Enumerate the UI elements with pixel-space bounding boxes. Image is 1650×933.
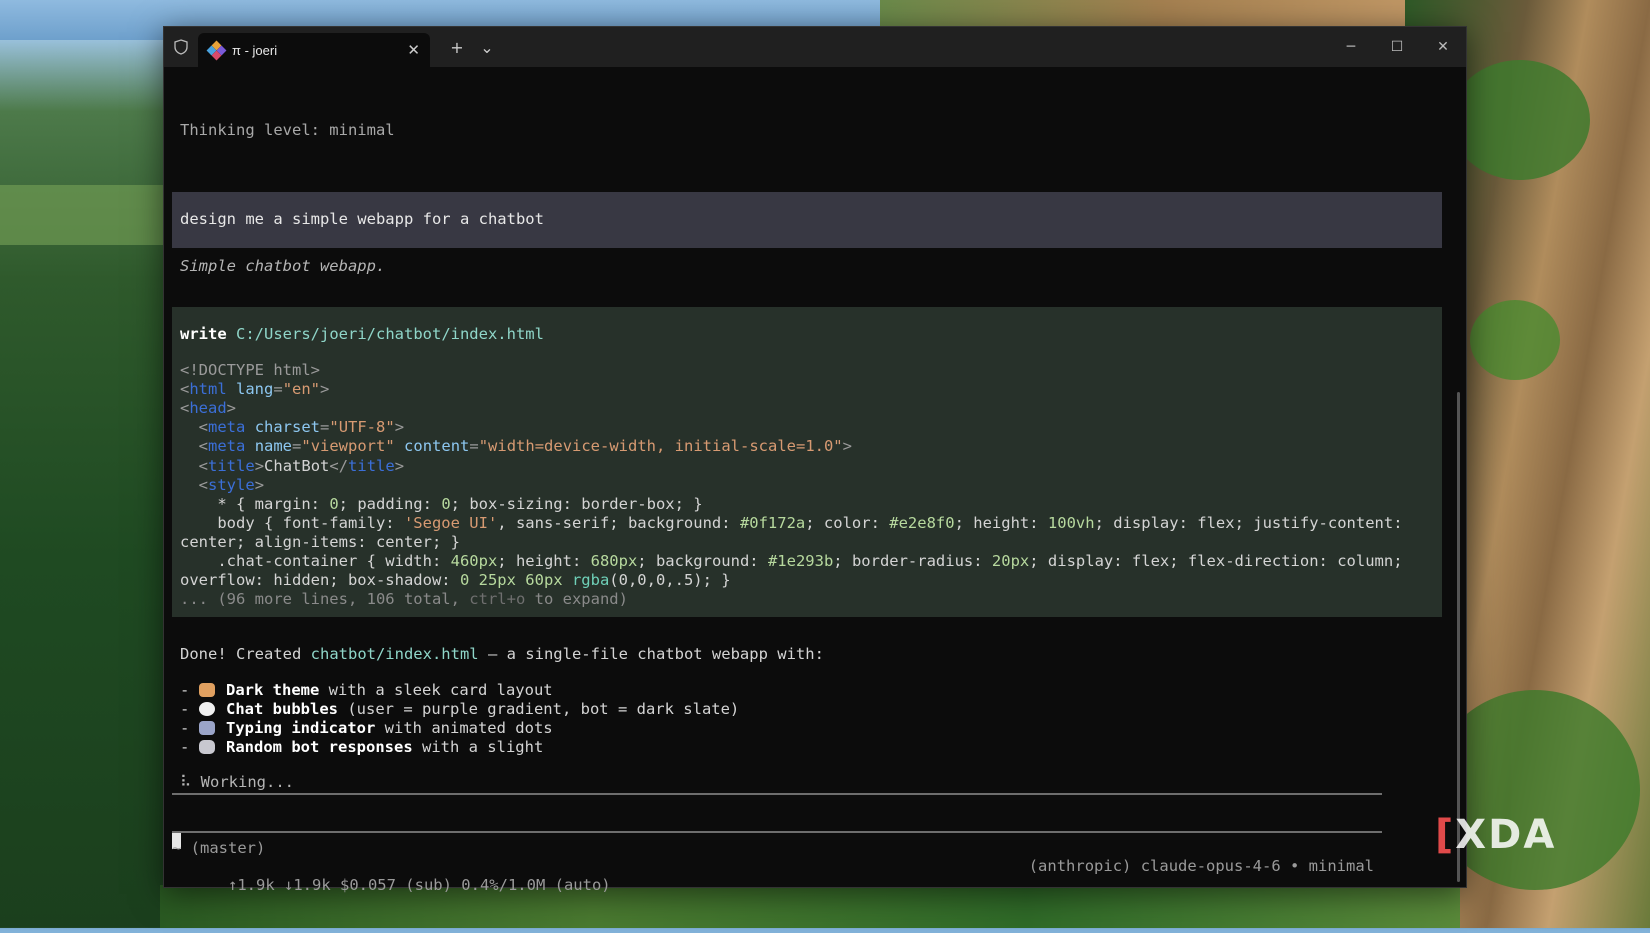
list-item: - Dark theme with a sleek card layout xyxy=(180,681,553,699)
maximize-button[interactable]: ☐ xyxy=(1374,27,1420,67)
status-model: (anthropic) claude-opus-4-6 • minimal xyxy=(1028,857,1374,875)
minimize-button[interactable]: ─ xyxy=(1328,27,1374,67)
assistant-summary: Simple chatbot webapp. xyxy=(180,257,386,275)
input-bottom-divider xyxy=(172,831,1382,833)
shield-icon[interactable] xyxy=(164,27,198,67)
tool-command: write C:/Users/joeri/chatbot/index.html xyxy=(180,325,1442,344)
new-tab-button[interactable]: + xyxy=(442,38,472,57)
code-line: <meta charset="UTF-8"> xyxy=(198,418,405,437)
close-window-button[interactable]: ✕ xyxy=(1420,27,1466,67)
status-usage: ↑1.9k ↓1.9k $0.057 (sub) 0.4%/1.0M (auto… xyxy=(228,876,611,895)
tab-active[interactable]: π - joeri ✕ xyxy=(198,33,430,67)
code-line: overflow: hidden; box-shadow: 0 25px 60p… xyxy=(180,571,731,590)
keyboard-icon xyxy=(198,721,215,736)
code-line: <title>ChatBot</title> xyxy=(198,456,405,475)
list-item: - Random bot responses with a slight xyxy=(180,738,544,757)
desktop-tree xyxy=(1450,60,1590,180)
code-line: body { font-family: 'Segoe UI', sans-ser… xyxy=(180,513,1403,532)
created-file-link[interactable]: chatbot/index.html xyxy=(311,645,479,663)
user-prompt: design me a simple webapp for a chatbot xyxy=(172,192,1442,248)
tool-path: C:/Users/joeri/chatbot/index.html xyxy=(236,325,544,343)
working-spinner: ⠧ Working... xyxy=(180,773,295,791)
list-item: - Typing indicator with animated dots xyxy=(180,719,553,738)
feature-list: - Dark theme with a sleek card layout - … xyxy=(172,681,1442,757)
terminal-output[interactable]: Thinking level: minimal design me a simp… xyxy=(164,67,1466,894)
xda-watermark: [XDA xyxy=(1435,812,1557,858)
speech-bubble-icon xyxy=(198,702,215,717)
tool-call-block: write C:/Users/joeri/chatbot/index.html … xyxy=(172,307,1442,617)
code-line: <head> xyxy=(180,399,237,418)
status-cwd: ~ (master) xyxy=(172,839,266,857)
code-line: <style> xyxy=(198,475,265,494)
code-line: center; align-items: center; } xyxy=(180,532,460,551)
tab-title: π - joeri xyxy=(232,42,278,58)
code-line: <meta name="viewport" content="width=dev… xyxy=(198,437,852,456)
palette-icon xyxy=(198,683,215,697)
desktop-field xyxy=(0,185,175,245)
window-controls: ─ ☐ ✕ xyxy=(1328,27,1466,67)
terminal-window: π - joeri ✕ + ⌄ ─ ☐ ✕ Thinking level: mi… xyxy=(163,26,1467,894)
chevron-down-icon[interactable]: ⌄ xyxy=(472,38,502,57)
code-line: .chat-container { width: 460px; height: … xyxy=(180,552,1403,571)
code-line: <html lang="en"> xyxy=(180,380,330,399)
close-tab-icon[interactable]: ✕ xyxy=(407,41,420,59)
robot-icon xyxy=(198,740,215,755)
tool-name: write xyxy=(180,325,227,343)
scrollbar[interactable] xyxy=(1457,392,1460,882)
code-preview: <!DOCTYPE html> <html lang="en"> <head> … xyxy=(180,361,1442,609)
expand-shortcut: ctrl+o xyxy=(469,590,526,609)
pi-logo-icon xyxy=(206,40,227,61)
list-item: - Chat bubbles (user = purple gradient, … xyxy=(180,700,740,719)
input-top-divider xyxy=(172,793,1382,795)
status-bar: ↑1.9k ↓1.9k $0.057 (sub) 0.4%/1.0M (auto… xyxy=(164,857,1374,933)
code-line: * { margin: 0; padding: 0; box-sizing: b… xyxy=(180,494,703,513)
expand-hint[interactable]: ... (96 more lines, 106 total, ctrl+o to… xyxy=(180,590,1442,609)
title-bar: π - joeri ✕ + ⌄ ─ ☐ ✕ xyxy=(164,27,1466,67)
desktop-tree xyxy=(1470,300,1560,380)
thinking-level: Thinking level: minimal xyxy=(180,121,395,139)
done-message: Done! Created chatbot/index.html — a sin… xyxy=(180,645,824,663)
code-line: <!DOCTYPE html> xyxy=(180,361,320,380)
